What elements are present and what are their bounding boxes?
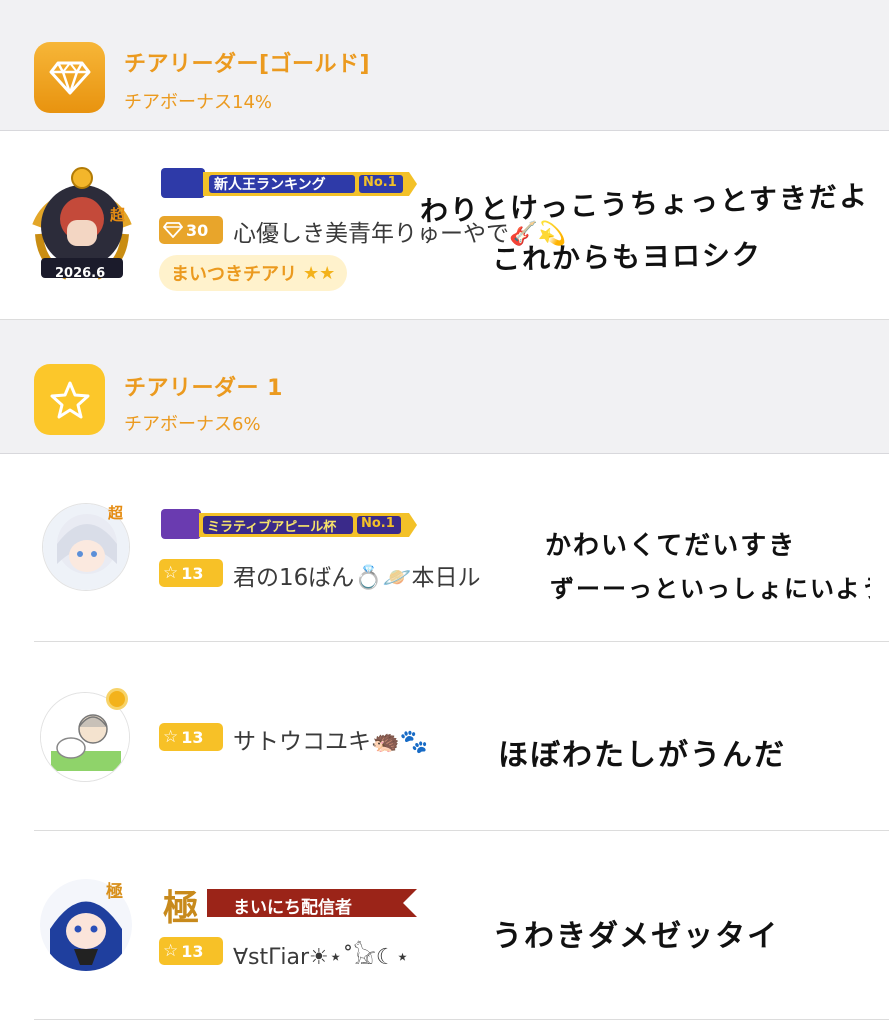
level-badge: 30 xyxy=(159,216,223,244)
gold-tier-title: チアリーダー[ゴールド] xyxy=(124,52,371,77)
avatar-badge: 超 xyxy=(108,504,124,522)
banner-badge: 極 xyxy=(163,887,200,929)
monthly-cheer-chip: まいつきチアリ ★★ xyxy=(159,255,348,291)
username: 君の16ばん💍🪐本日ル xyxy=(233,565,481,591)
divider xyxy=(34,1019,889,1020)
banner-rank: No.1 xyxy=(361,516,395,531)
ranking-banner: 新人王ランキング No.1 xyxy=(159,166,417,200)
gold-tier-header: チアリーダー[ゴールド] チアボーナス14% xyxy=(0,0,889,131)
level-badge: ☆ 13 xyxy=(159,559,223,587)
avatar-frame-date: 2026.6 xyxy=(55,266,106,281)
diamond-icon xyxy=(34,42,105,113)
banner-title: ミラティブアピール杯 xyxy=(207,520,337,535)
gold-tier-bonus: チアボーナス14% xyxy=(124,92,273,113)
banner-rank: No.1 xyxy=(363,175,397,190)
avatar-gold-frame[interactable]: 超 2026.6 xyxy=(27,164,137,286)
list-item[interactable]: ☆ 13 サトウコユキ🦔🐾 ほぼわたしがうんだ xyxy=(0,642,889,830)
tier1-bonus: チアボーナス6% xyxy=(124,414,261,435)
banner-title: 新人王ランキング xyxy=(214,177,326,193)
banner-title: まいにち配信者 xyxy=(233,898,352,918)
level-value: 13 xyxy=(181,941,204,961)
award-icon xyxy=(106,688,128,710)
diamond-icon xyxy=(163,222,183,238)
username: ∀stΓiar☀︎⋆˚𓃠☾⋆ xyxy=(233,945,410,970)
daily-streamer-banner: 極 まいにち配信者 xyxy=(159,883,417,929)
star-icon: ★★ xyxy=(303,262,336,284)
avatar-badge: 極 xyxy=(106,882,123,902)
username: サトウコユキ🦔🐾 xyxy=(233,729,429,755)
level-value: 30 xyxy=(186,220,209,240)
handwritten-note: ほぼわたしがうんだ xyxy=(498,738,786,773)
level-badge: ☆ 13 xyxy=(159,937,223,965)
level-value: 13 xyxy=(181,563,204,583)
tier1-header: チアリーダー 1 チアボーナス6% xyxy=(0,320,889,454)
handwritten-note: うわきダメゼッタイ xyxy=(492,919,780,954)
list-item[interactable]: 超 2026.6 新人王ランキング No.1 30 心優しき美青年りゅーやで🎸💫… xyxy=(0,132,889,319)
handwritten-note: わりとけっこうちょっとすきだよ xyxy=(419,179,870,228)
chip-label: まいつきチアリ xyxy=(171,264,297,285)
handwritten-note: これからもヨロシク xyxy=(491,238,763,276)
tier1-title: チアリーダー 1 xyxy=(124,376,283,401)
level-value: 13 xyxy=(181,727,204,747)
list-item[interactable]: 超 ミラティブアピール杯 No.1 ☆ 13 君の16ばん💍🪐本日ル かわいくて… xyxy=(0,455,889,641)
star-icon: ☆ xyxy=(163,941,179,961)
handwritten-note: ずーーっといっしょにいようね xyxy=(550,575,870,603)
star-icon xyxy=(34,364,105,435)
handwritten-note: かわいくてだいすき xyxy=(545,531,797,561)
list-item[interactable]: 極 極 まいにち配信者 ☆ 13 ∀stΓiar☀︎⋆˚𓃠☾⋆ うわきダメゼッタ… xyxy=(0,831,889,1019)
star-icon: ☆ xyxy=(163,563,179,583)
avatar-badge: 超 xyxy=(110,206,126,224)
star-icon: ☆ xyxy=(163,727,179,747)
level-badge: ☆ 13 xyxy=(159,723,223,751)
event-banner: ミラティブアピール杯 No.1 xyxy=(159,507,417,541)
